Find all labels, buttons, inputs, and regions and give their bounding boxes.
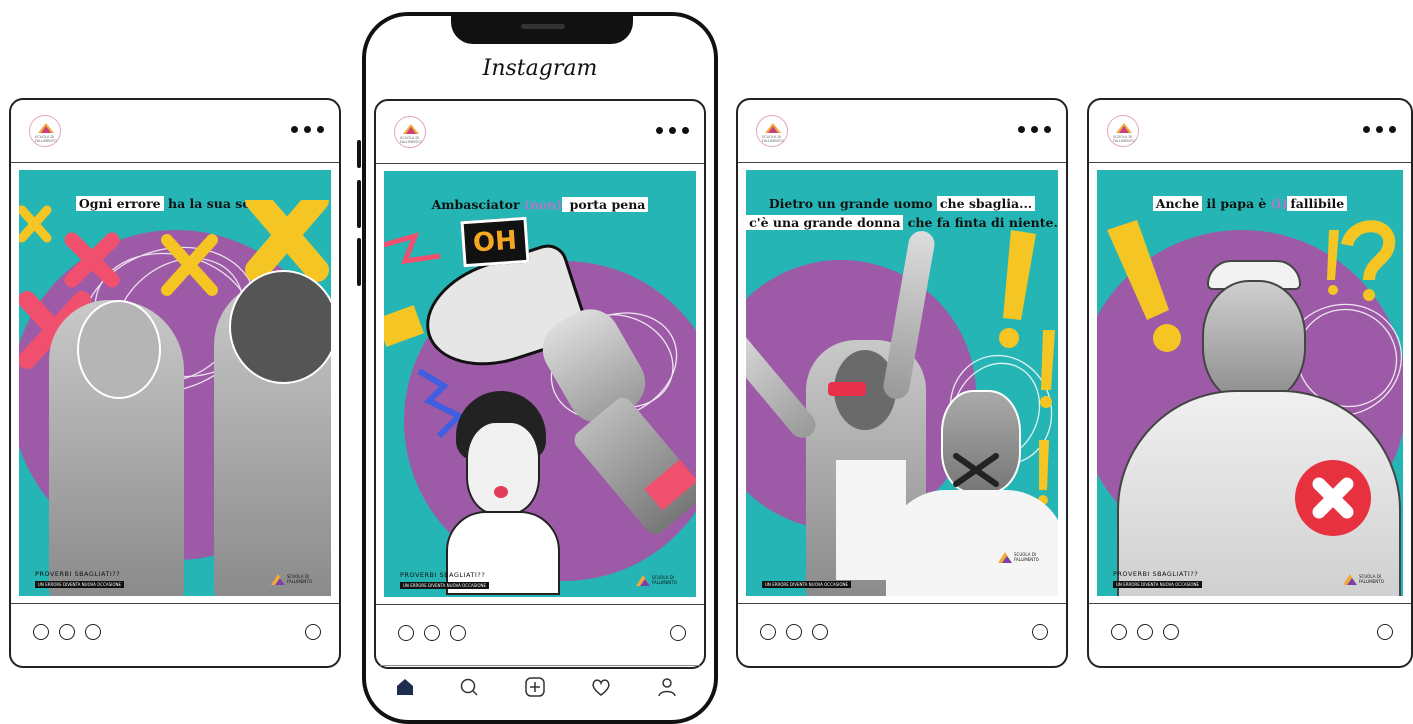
save-circle-icon[interactable] [305,624,321,640]
post-header: SCUOLA DI FALLIMENTO [11,100,339,163]
post-card-1: SCUOLA DI FALLIMENTO Ogni errore ha la s… [9,98,341,668]
action-circle-icon[interactable] [424,625,440,641]
series-title: PROVERBI SBAGLIATI?? [1113,570,1199,578]
brand-name: SCUOLA DI FALLIMENTO [1014,552,1039,562]
avatar-text: SCUOLA DI FALLIMENTO [35,135,57,143]
caption-highlight: che sbaglia... [936,196,1036,211]
caption-accent: (non) [523,197,563,212]
post-caption: Dietro un grande uomo che sbaglia... c'è… [746,194,1058,232]
profile-avatar[interactable]: SCUOLA DI FALLIMENTO [1107,115,1139,147]
more-options-icon[interactable] [1363,126,1397,134]
more-options-icon[interactable] [656,127,690,135]
search-icon[interactable] [458,676,480,698]
avatar-text: SCUOLA DI FALLIMENTO [400,136,422,144]
post-image[interactable]: Dietro un grande uomo che sbaglia... c'è… [746,170,1058,596]
series-title: PROVERBI SBAGLIATI?? [400,571,486,579]
action-circle-icon[interactable] [59,624,75,640]
more-options-icon[interactable] [291,126,325,134]
post-caption: Ambasciator (non) porta pena [384,195,696,214]
brand-logo: SCUOLA DI FALLIMENTO [998,550,1044,566]
pope-photo [1117,260,1401,596]
post-card-4: SCUOLA DI FALLIMENTO Anche il papa è (i)… [1087,98,1413,668]
girl-photo [214,270,331,596]
save-circle-icon[interactable] [1032,624,1048,640]
home-icon[interactable] [394,676,416,698]
caption-highlight: Anche [1152,196,1203,211]
avatar-text: SCUOLA DI FALLIMENTO [762,135,784,143]
profile-icon[interactable] [656,676,678,698]
boy-photo [49,300,184,596]
post-caption: Anche il papa è (i) fallibile [1097,194,1403,213]
post-image[interactable]: Ambasciator (non) porta pena OH PROVERBI… [384,171,696,597]
action-circle-icon[interactable] [1137,624,1153,640]
series-label: PROVERBI SBAGLIATI?? UN ERRORE DIVENTA N… [400,562,490,589]
phone-frame: Instagram SCUOLA DI FALLIMENTO Ambasciat… [362,12,718,724]
phone-side-button [357,238,361,286]
caption-highlight: c'è una grande donna [746,215,904,230]
phone-side-button [357,140,361,168]
phone-notch [451,12,633,44]
woman-illustration [446,391,560,595]
post-actions [376,604,704,667]
save-circle-icon[interactable] [670,625,686,641]
series-subtitle: UN ERRORE DIVENTA NUOVA OCCASIONE [762,581,852,588]
profile-avatar[interactable]: SCUOLA DI FALLIMENTO [394,116,426,148]
post-actions [738,603,1066,666]
series-label: UN ERRORE DIVENTA NUOVA OCCASIONE [762,580,852,588]
phone-side-button [357,180,361,228]
caption-highlight: fallibile [1287,196,1348,211]
post-image[interactable]: Ogni errore ha la sua scusa PROVERBI SBA… [19,170,331,596]
post-actions [1089,603,1411,666]
action-circle-icon[interactable] [760,624,776,640]
post-header: SCUOLA DI FALLIMENTO [1089,100,1411,163]
post-card-2: SCUOLA DI FALLIMENTO Ambasciator (non) p… [374,99,706,669]
brand-name: SCUOLA DI FALLIMENTO [1359,574,1384,584]
action-circle-icon[interactable] [786,624,802,640]
action-circle-icon[interactable] [812,624,828,640]
action-circle-icon[interactable] [85,624,101,640]
caption-highlight: porta pena [562,197,649,212]
profile-avatar[interactable]: SCUOLA DI FALLIMENTO [756,115,788,147]
brand-name: SCUOLA DI FALLIMENTO [652,575,677,585]
series-subtitle: UN ERRORE DIVENTA NUOVA OCCASIONE [400,582,490,589]
heart-icon[interactable] [590,676,612,698]
action-circle-icon[interactable] [398,625,414,641]
brand-logo: SCUOLA DI FALLIMENTO [636,573,682,589]
phone-side-button [714,158,718,228]
avatar-text: SCUOLA DI FALLIMENTO [1113,135,1135,143]
more-options-icon[interactable] [1018,126,1052,134]
series-subtitle: UN ERRORE DIVENTA NUOVA OCCASIONE [1113,581,1203,588]
app-title: Instagram [482,56,598,81]
post-header: SCUOLA DI FALLIMENTO [376,101,704,164]
post-header: SCUOLA DI FALLIMENTO [738,100,1066,163]
series-label: PROVERBI SBAGLIATI?? UN ERRORE DIVENTA N… [1113,561,1203,588]
caption-text: che fa finta di niente. [903,215,1058,230]
caption-text: il papa è [1202,196,1271,211]
action-circle-icon[interactable] [450,625,466,641]
bottom-navbar [380,665,700,706]
post-actions [11,603,339,666]
caption-accent: (i) [1270,196,1288,211]
action-circle-icon[interactable] [1111,624,1127,640]
save-circle-icon[interactable] [1377,624,1393,640]
profile-avatar[interactable]: SCUOLA DI FALLIMENTO [29,115,61,147]
post-card-3: SCUOLA DI FALLIMENTO Dietro un grande uo… [736,98,1068,668]
brand-name: SCUOLA DI FALLIMENTO [287,574,312,584]
post-image[interactable]: Anche il papa è (i) fallibile PROVERBI SB… [1097,170,1403,596]
add-icon[interactable] [524,676,546,698]
series-subtitle: UN ERRORE DIVENTA NUOVA OCCASIONE [35,581,125,588]
caption-text: Dietro un grande uomo [768,196,937,211]
sunglasses-accent [828,382,866,396]
series-title: PROVERBI SBAGLIATI?? [35,570,121,578]
bubble-text: OH [472,225,518,259]
brand-logo: SCUOLA DI FALLIMENTO [1343,572,1389,588]
series-label: PROVERBI SBAGLIATI?? UN ERRORE DIVENTA N… [35,561,125,588]
error-x-badge [1295,460,1371,536]
lightning-decoration [384,232,441,347]
caption-text: Ambasciator [431,197,524,212]
speech-bubble: OH [460,216,530,268]
brand-logo: SCUOLA DI FALLIMENTO [271,572,317,588]
action-circle-icon[interactable] [33,624,49,640]
action-circle-icon[interactable] [1163,624,1179,640]
